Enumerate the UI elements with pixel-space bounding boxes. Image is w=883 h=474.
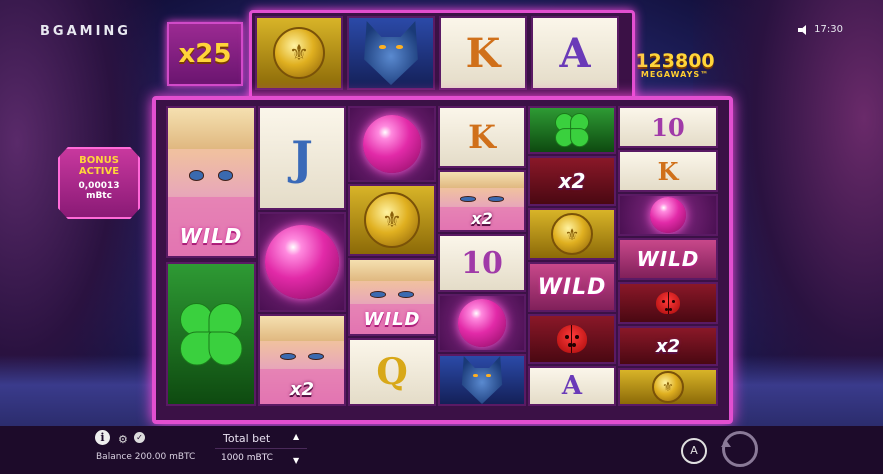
reel3-coin: ⚜ (348, 184, 436, 256)
coin-icon: ⚜ (364, 192, 420, 248)
megaways-counter: 123800 MEGAWAYS™ (632, 50, 718, 79)
spin-button[interactable] (721, 431, 758, 467)
reel4-girl-x2: x2 (438, 170, 526, 232)
reel-grid: WILD J x2 ⚜ WILD Q K x2 10 x2 ⚜ WILD A 1… (152, 96, 733, 424)
reel2-girl-x2: x2 (258, 314, 346, 406)
wild-label: WILD (537, 274, 607, 300)
reel2-j: J (258, 106, 346, 210)
bet-decrease-arrow-icon[interactable]: ▼ (293, 456, 299, 465)
clock-time: 17:30 (814, 24, 843, 35)
reel5-a: A (528, 366, 616, 406)
reel1-clover (166, 262, 256, 406)
settings-gear-icon[interactable]: ⚙ (118, 433, 128, 446)
bet-increase-arrow-icon[interactable]: ▲ (293, 432, 299, 441)
ladybug-icon (557, 325, 587, 353)
reel4-wolf (438, 354, 526, 406)
status-area: 17:30 (798, 24, 843, 35)
top-reel-cell-a: A (531, 16, 619, 90)
reel5-ladybug (528, 314, 616, 364)
reel3-orb (348, 106, 436, 182)
top-reel: ⚜ K A (249, 10, 635, 102)
total-bet-value: 1000 mBTC (221, 453, 273, 463)
bgaming-logo: BGAMING (40, 24, 131, 39)
reel3-girl-wild: WILD (348, 258, 436, 336)
reel6-coin: ⚜ (618, 368, 718, 406)
x2-label: x2 (471, 209, 493, 228)
speaker-icon[interactable] (798, 24, 808, 35)
total-bet-label: Total bet (223, 432, 271, 445)
orb-icon (363, 115, 421, 173)
reel5-clover (528, 106, 616, 154)
x2-label: x2 (558, 169, 586, 193)
reel5-x2: x2 (528, 156, 616, 206)
wild-label: WILD (363, 309, 421, 330)
orb-icon (650, 197, 686, 233)
clover-icon (176, 299, 246, 369)
top-reel-cell-k: K (439, 16, 527, 90)
reel6-k: K (618, 150, 718, 192)
top-reel-cell-wolf (347, 16, 435, 90)
reel6-wild: WILD (618, 238, 718, 280)
info-icon[interactable]: i (95, 430, 110, 445)
autoplay-button[interactable]: A (681, 438, 707, 464)
check-icon[interactable]: ✓ (134, 432, 145, 443)
wolf-icon (359, 21, 423, 85)
coin-icon: ⚜ (551, 213, 593, 255)
wild-label: WILD (636, 247, 700, 271)
reel4-orb (438, 294, 526, 352)
reel2-orb (258, 212, 346, 312)
wolf-icon (458, 356, 506, 404)
reel3-q: Q (348, 338, 436, 406)
bet-divider (215, 448, 307, 449)
orb-icon (458, 299, 506, 347)
reel6-orb (618, 194, 718, 236)
reel4-k: K (438, 106, 526, 168)
reel1-girl-wild: WILD (166, 106, 256, 258)
x2-label: x2 (655, 335, 681, 357)
reel6-ten: 10 (618, 106, 718, 148)
megaways-count: 123800 (635, 50, 715, 72)
orb-icon (265, 225, 339, 299)
x2-label: x2 (289, 379, 315, 400)
clover-icon (553, 111, 591, 149)
coin-icon: ⚜ (273, 27, 325, 79)
reel5-wild: WILD (528, 262, 616, 312)
reel5-coin: ⚜ (528, 208, 616, 260)
top-reel-cell-coin: ⚜ (255, 16, 343, 90)
wild-label: WILD (179, 224, 243, 248)
coin-icon: ⚜ (652, 371, 684, 403)
reel6-ladybug (618, 282, 718, 324)
bonus-active-badge: BONUS ACTIVE 0,00013 mBtc (58, 147, 140, 219)
bonus-unit: mBtc (86, 191, 112, 201)
reel6-x2: x2 (618, 326, 718, 366)
multiplier-badge: x25 (167, 22, 243, 86)
megaways-label: MEGAWAYS™ (640, 70, 710, 79)
bonus-title: BONUS ACTIVE (78, 155, 120, 177)
reel4-ten: 10 (438, 234, 526, 292)
balance-display: Balance 200.00 mBTC (96, 452, 196, 462)
ladybug-icon (656, 292, 680, 314)
bonus-value: 0,00013 (78, 181, 120, 191)
